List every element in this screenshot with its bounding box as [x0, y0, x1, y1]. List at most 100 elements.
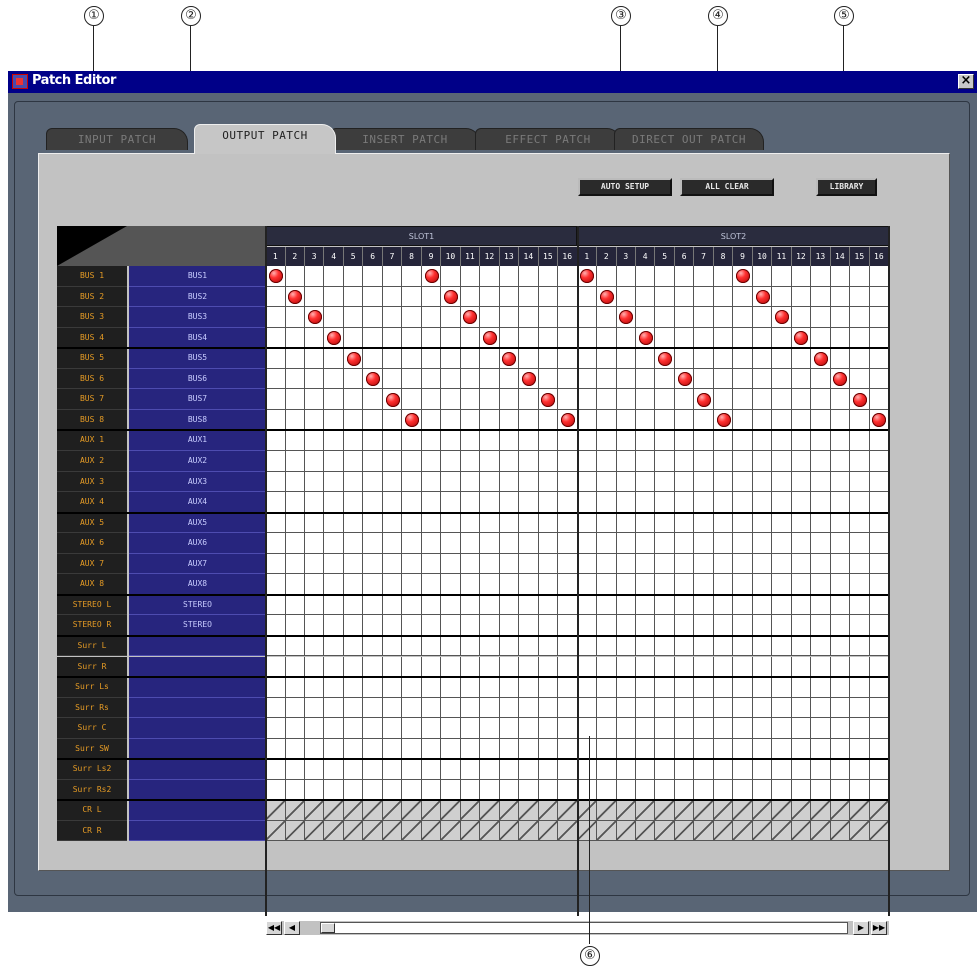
patch-cell[interactable]	[597, 512, 617, 534]
patch-cell[interactable]	[577, 492, 597, 513]
patch-cell[interactable]	[811, 368, 831, 390]
patch-cell[interactable]	[791, 697, 812, 719]
patch-cell[interactable]	[343, 718, 364, 739]
patch-cell[interactable]	[343, 307, 364, 328]
patch-cell[interactable]	[480, 409, 500, 431]
patch-cell[interactable]	[635, 430, 656, 451]
patch-cell[interactable]	[499, 574, 520, 595]
patch-cell[interactable]	[402, 718, 422, 739]
patch-cell[interactable]	[713, 718, 734, 739]
patch-cell[interactable]	[694, 409, 714, 431]
patch-cell[interactable]	[577, 512, 597, 534]
patch-cell[interactable]	[577, 697, 597, 719]
patch-cell[interactable]	[285, 348, 305, 369]
patch-cell[interactable]	[655, 677, 675, 698]
patch-cell[interactable]	[304, 615, 325, 636]
patch-cell[interactable]	[597, 368, 617, 390]
patch-cell[interactable]	[363, 677, 383, 698]
patch-cell[interactable]	[285, 635, 305, 657]
patch-cell[interactable]	[635, 677, 656, 698]
patch-cell[interactable]	[674, 594, 695, 616]
patch-cell[interactable]	[324, 368, 344, 390]
patch-cell[interactable]	[733, 512, 753, 534]
patch-cell[interactable]	[733, 389, 753, 410]
patch-cell[interactable]	[830, 307, 851, 328]
patch-connection-dot[interactable]	[268, 269, 283, 284]
patch-cell[interactable]	[460, 615, 481, 636]
patch-cell[interactable]	[499, 430, 520, 451]
patch-cell[interactable]	[791, 348, 812, 369]
patch-cell[interactable]	[752, 409, 773, 431]
patch-connection-dot[interactable]	[288, 289, 303, 304]
patch-cell[interactable]	[421, 594, 442, 616]
patch-connection-dot[interactable]	[482, 330, 497, 345]
patch-cell[interactable]	[694, 348, 714, 369]
patch-connection-dot[interactable]	[346, 351, 361, 366]
patch-cell[interactable]	[597, 307, 617, 328]
patch-cell[interactable]	[324, 307, 344, 328]
patch-cell[interactable]	[830, 471, 851, 493]
patch-cell[interactable]	[635, 286, 656, 308]
patch-cell[interactable]	[733, 615, 753, 636]
patch-cell[interactable]	[869, 553, 890, 575]
patch-cell[interactable]	[577, 368, 597, 390]
patch-cell[interactable]	[519, 348, 539, 369]
patch-cell[interactable]	[460, 533, 481, 554]
patch-cell[interactable]	[266, 307, 286, 328]
patch-cell[interactable]	[752, 759, 773, 780]
patch-cell[interactable]	[752, 451, 773, 472]
patch-cell[interactable]	[343, 615, 364, 636]
patch-cell[interactable]	[616, 738, 636, 760]
patch-cell[interactable]	[266, 594, 286, 616]
patch-cell[interactable]	[811, 594, 831, 616]
patch-cell[interactable]	[635, 594, 656, 616]
patch-cell[interactable]	[811, 307, 831, 328]
patch-cell[interactable]	[597, 471, 617, 493]
patch-cell[interactable]	[402, 574, 422, 595]
patch-cell[interactable]	[460, 266, 481, 287]
patch-cell[interactable]	[733, 430, 753, 451]
patch-cell[interactable]	[616, 471, 636, 493]
patch-cell[interactable]	[480, 492, 500, 513]
patch-cell[interactable]	[597, 615, 617, 636]
patch-cell[interactable]	[441, 327, 461, 349]
patch-cell[interactable]	[635, 348, 656, 369]
patch-cell[interactable]	[285, 677, 305, 698]
patch-cell[interactable]	[285, 553, 305, 575]
patch-cell[interactable]	[869, 635, 890, 657]
patch-cell[interactable]	[402, 451, 422, 472]
patch-cell[interactable]	[635, 615, 656, 636]
patch-cell[interactable]	[752, 266, 773, 287]
patch-cell[interactable]	[382, 738, 403, 760]
patch-cell[interactable]	[402, 389, 422, 410]
patch-cell[interactable]	[343, 738, 364, 760]
patch-cell[interactable]	[694, 615, 714, 636]
patch-cell[interactable]	[830, 779, 851, 801]
patch-cell[interactable]	[811, 697, 831, 719]
patch-cell[interactable]	[519, 574, 539, 595]
patch-cell[interactable]	[519, 471, 539, 493]
patch-cell[interactable]	[811, 266, 831, 287]
patch-cell[interactable]	[304, 594, 325, 616]
patch-cell[interactable]	[674, 471, 695, 493]
patch-connection-dot[interactable]	[385, 392, 400, 407]
patch-cell[interactable]	[519, 512, 539, 534]
patch-cell[interactable]	[421, 635, 442, 657]
patch-cell[interactable]	[304, 677, 325, 698]
patch-cell[interactable]	[460, 368, 481, 390]
patch-cell[interactable]	[694, 759, 714, 780]
patch-cell[interactable]	[363, 656, 383, 678]
patch-cell[interactable]	[733, 553, 753, 575]
patch-cell[interactable]	[343, 574, 364, 595]
patch-cell[interactable]	[480, 615, 500, 636]
patch-cell[interactable]	[674, 430, 695, 451]
patch-cell[interactable]	[830, 656, 851, 678]
patch-cell[interactable]	[382, 656, 403, 678]
patch-cell[interactable]	[480, 697, 500, 719]
patch-cell[interactable]	[772, 286, 792, 308]
patch-cell[interactable]	[674, 615, 695, 636]
patch-cell[interactable]	[441, 348, 461, 369]
patch-cell[interactable]	[752, 738, 773, 760]
patch-cell[interactable]	[811, 327, 831, 349]
patch-cell[interactable]	[421, 779, 442, 801]
